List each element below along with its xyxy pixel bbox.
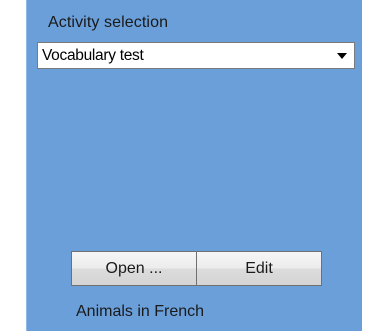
open-button-label: Open ... — [105, 259, 163, 277]
activity-name-label: Animals in French — [76, 303, 205, 320]
edit-button[interactable]: Edit — [196, 251, 322, 286]
activity-dropdown-value: Vocabulary test — [42, 47, 144, 64]
canvas: Activity selection Vocabulary test Open … — [0, 0, 366, 331]
activity-dropdown[interactable]: Vocabulary test — [37, 42, 355, 69]
chevron-down-icon[interactable] — [337, 53, 347, 59]
edit-button-label: Edit — [245, 259, 273, 277]
activity-panel: Activity selection Vocabulary test Open … — [26, 0, 362, 331]
activity-selection-label: Activity selection — [48, 14, 169, 31]
open-button[interactable]: Open ... — [71, 251, 197, 286]
